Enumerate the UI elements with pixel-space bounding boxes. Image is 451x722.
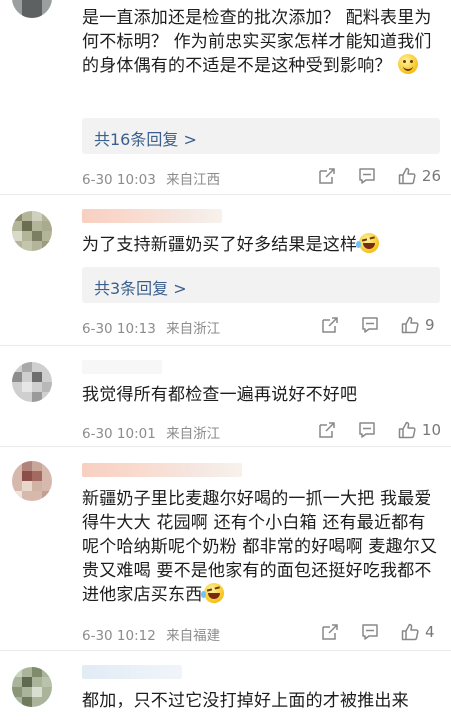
comment-location: 来自江西 — [166, 172, 221, 188]
comment-text: 新疆奶子里比麦趣尔好喝的一抓一大把 我最爱得牛大大 花园啊 还有个小白箱 还有最… — [82, 489, 438, 605]
username-blurred[interactable] — [82, 209, 222, 223]
comment-icon[interactable] — [361, 316, 379, 334]
comment-item: 为了支持新疆奶买了好多结果是这样 共3条回复 > 6-30 10:13 来自浙江… — [0, 195, 451, 345]
avatar[interactable] — [12, 461, 52, 501]
comment-actions: 9 — [321, 314, 441, 336]
comment-date: 6-30 10:13 — [82, 321, 156, 337]
comment-date: 6-30 10:03 — [82, 172, 156, 188]
comment-text: 是一直添加还是检查的批次添加？ 配料表里为何不标明？ 作为前忠实买家怎样才能知道… — [82, 8, 432, 76]
thumbs-up-icon[interactable] — [398, 167, 416, 185]
laugh-cry-emoji-icon — [356, 233, 380, 253]
share-icon[interactable] — [318, 421, 336, 439]
avatar[interactable] — [12, 0, 52, 18]
avatar[interactable] — [12, 362, 52, 402]
view-replies-button[interactable]: 共3条回复 > — [82, 267, 440, 303]
comment-date: 6-30 10:01 — [82, 426, 156, 442]
comment-text: 我觉得所有都检查一遍再说好不好吧 — [82, 385, 358, 405]
comment-date: 6-30 10:12 — [82, 628, 156, 644]
like-count: 26 — [421, 167, 441, 185]
comment-icon[interactable] — [361, 623, 379, 641]
share-icon[interactable] — [321, 623, 339, 641]
comment-meta: 6-30 10:12 来自福建 — [82, 624, 220, 644]
comment-meta: 6-30 10:01 来自浙江 — [82, 422, 220, 442]
comment-location: 来自浙江 — [166, 321, 221, 337]
comment-item: 新疆奶子里比麦趣尔好喝的一抓一大把 我最爱得牛大大 花园啊 还有个小白箱 还有最… — [0, 447, 451, 647]
like-count: 9 — [425, 316, 435, 334]
comment-meta: 6-30 10:03 来自江西 — [82, 168, 220, 188]
comment-actions: 4 — [321, 621, 441, 643]
like-count: 4 — [425, 623, 435, 641]
laugh-cry-emoji-icon — [201, 583, 225, 603]
share-icon[interactable] — [318, 167, 336, 185]
comment-icon[interactable] — [358, 167, 376, 185]
smile-emoji-icon — [397, 54, 418, 74]
thumbs-up-icon[interactable] — [401, 316, 419, 334]
comment-location: 来自浙江 — [166, 426, 221, 442]
like-count: 10 — [421, 421, 441, 439]
view-replies-label: 共3条回复 > — [94, 279, 187, 298]
comment-meta: 6-30 10:13 来自浙江 — [82, 317, 220, 337]
avatar[interactable] — [12, 667, 52, 707]
comment-item: 我觉得所有都检查一遍再说好不好吧 6-30 10:01 来自浙江 10 — [0, 346, 451, 446]
username-blurred[interactable] — [82, 463, 242, 477]
comment-text: 都加，只不过它没打掉好上面的才被推出来 — [82, 691, 409, 711]
comment-actions: 10 — [318, 419, 441, 441]
share-icon[interactable] — [321, 316, 339, 334]
comment-item: 都加，只不过它没打掉好上面的才被推出来 — [0, 651, 451, 722]
username-blurred[interactable] — [82, 360, 162, 374]
comment-icon[interactable] — [358, 421, 376, 439]
view-replies-label: 共16条回复 > — [94, 130, 197, 149]
thumbs-up-icon[interactable] — [401, 623, 419, 641]
comment-location: 来自福建 — [166, 628, 221, 644]
comment-text: 为了支持新疆奶买了好多结果是这样 — [82, 233, 440, 257]
comment-item: 是一直添加还是检查的批次添加？ 配料表里为何不标明？ 作为前忠实买家怎样才能知道… — [0, 0, 451, 194]
view-replies-button[interactable]: 共16条回复 > — [82, 118, 440, 154]
thumbs-up-icon[interactable] — [398, 421, 416, 439]
avatar[interactable] — [12, 211, 52, 251]
comment-actions: 26 — [318, 165, 441, 187]
username-blurred[interactable] — [82, 665, 182, 679]
